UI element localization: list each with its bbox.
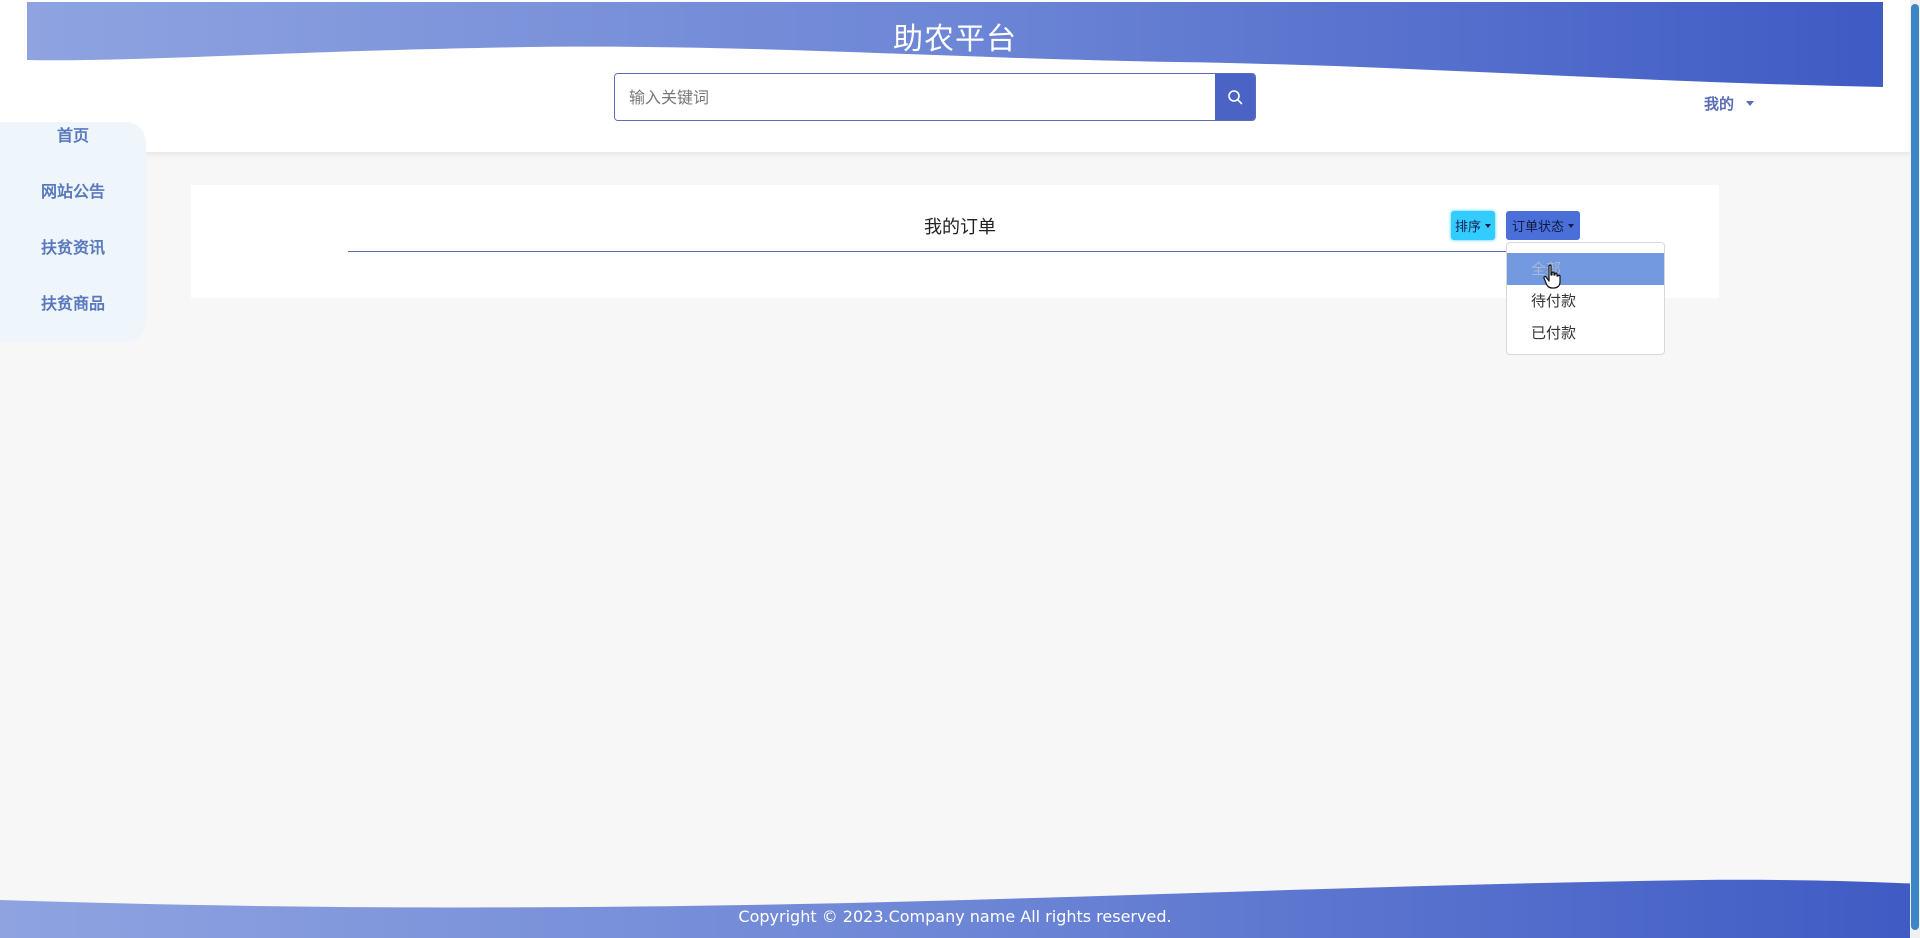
scrollbar-thumb[interactable] [1911, 4, 1919, 930]
search-input[interactable] [615, 74, 1215, 120]
search-button[interactable] [1215, 74, 1255, 120]
sidebar-nav: 首页 网站公告 扶贫资讯 扶贫商品 [0, 122, 146, 342]
chevron-down-icon [1746, 101, 1755, 106]
order-status-button-label: 订单状态 [1512, 219, 1565, 234]
search-bar [614, 73, 1256, 121]
sidebar-item-announcements[interactable]: 网站公告 [0, 180, 146, 236]
chevron-down-icon [1568, 223, 1575, 228]
footer: Copyright © 2023.Company name All rights… [0, 874, 1920, 938]
site-title: 助农平台 [893, 22, 1017, 57]
status-option-all[interactable]: 全部 [1507, 253, 1664, 285]
title-divider [348, 251, 1548, 252]
footer-wave-banner [0, 879, 1920, 938]
sidebar-item-home[interactable]: 首页 [0, 124, 146, 180]
hand-pointer-icon [1543, 264, 1561, 289]
sort-dropdown-button[interactable]: 排序 [1451, 211, 1496, 240]
header: 助农平台 我的 [0, 0, 1920, 152]
search-icon [1228, 90, 1243, 105]
footer-copyright: Copyright © 2023.Company name All rights… [738, 907, 1172, 926]
status-option-pending-payment[interactable]: 待付款 [1507, 285, 1664, 317]
status-option-paid[interactable]: 已付款 [1507, 317, 1664, 349]
chevron-down-icon [1485, 223, 1492, 228]
user-menu-label: 我的 [1704, 95, 1735, 113]
page-title: 我的订单 [924, 217, 996, 238]
order-status-menu: 全部 待付款 已付款 [1506, 242, 1665, 355]
page: 助农平台 我的 首页 网站公告 扶贫资讯 扶贫商品 我的订单 排序 [0, 0, 1920, 938]
sidebar-item-poverty-products[interactable]: 扶贫商品 [0, 292, 146, 348]
sidebar-item-poverty-news[interactable]: 扶贫资讯 [0, 236, 146, 292]
user-menu-dropdown[interactable]: 我的 [1704, 93, 1755, 114]
sort-button-label: 排序 [1455, 219, 1482, 234]
orders-panel: 我的订单 排序 订单状态 [191, 185, 1719, 298]
order-status-dropdown-button[interactable]: 订单状态 [1506, 211, 1581, 240]
